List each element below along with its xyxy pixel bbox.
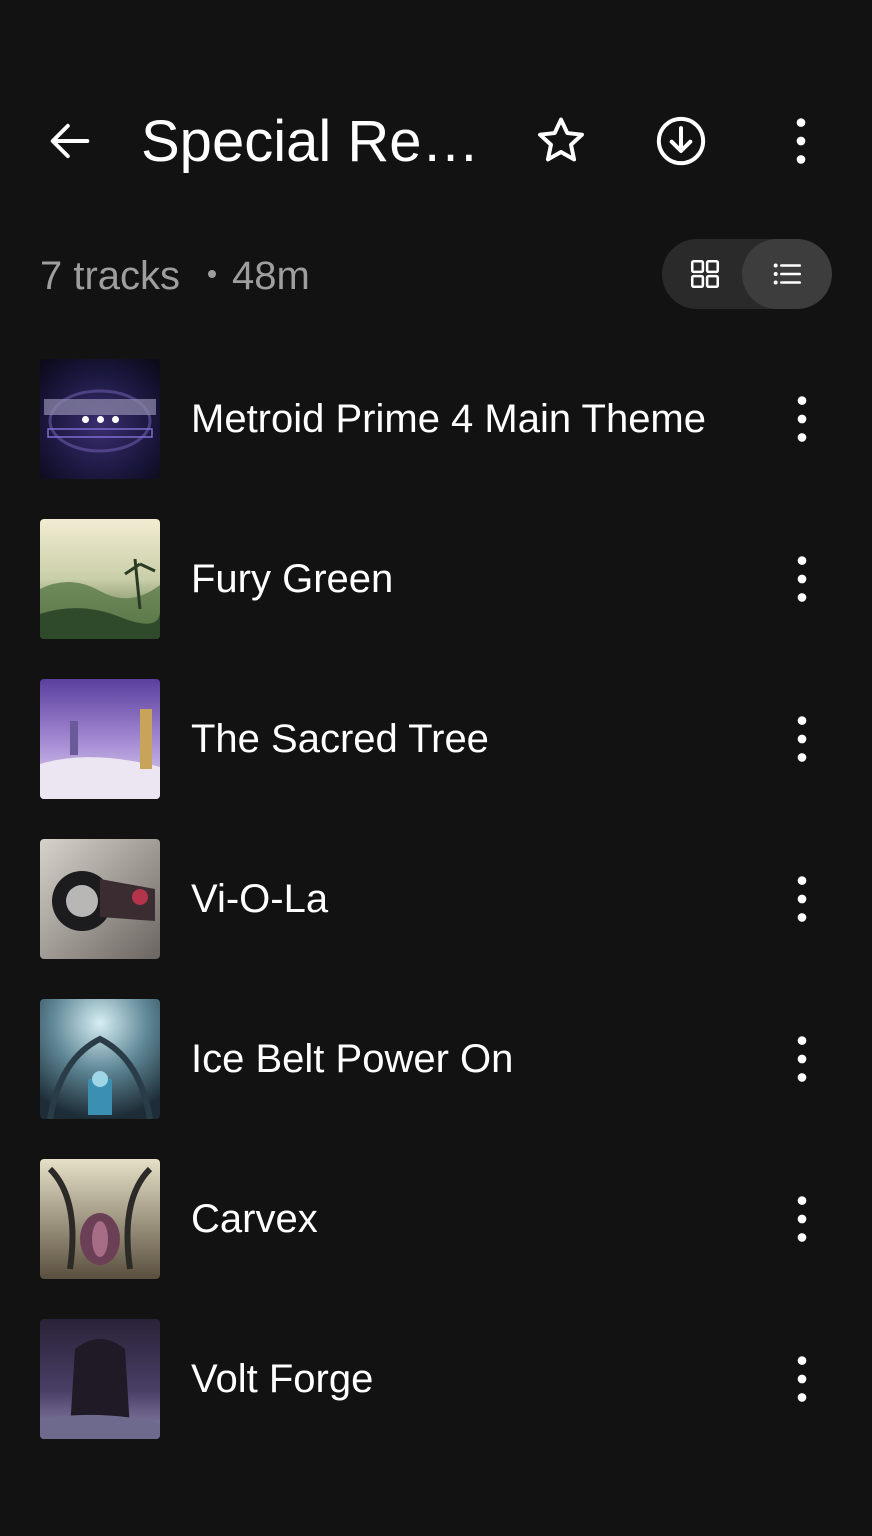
track-title: Metroid Prime 4 Main Theme xyxy=(191,397,706,441)
more-vertical-icon xyxy=(797,556,807,602)
track-more-button[interactable] xyxy=(770,543,834,615)
track-title: Fury Green xyxy=(191,557,394,601)
track-more-button[interactable] xyxy=(770,1023,834,1095)
track-more-button[interactable] xyxy=(770,863,834,935)
track-more-button[interactable] xyxy=(770,1183,834,1255)
download-circle-icon xyxy=(656,116,706,166)
total-duration: 48m xyxy=(232,254,310,298)
view-mode-toggle xyxy=(662,239,832,309)
track-title: Carvex xyxy=(191,1197,318,1241)
list-icon xyxy=(773,263,802,285)
list-item[interactable]: Metroid Prime 4 Main Theme xyxy=(0,339,872,499)
list-item[interactable]: Carvex xyxy=(0,1139,872,1299)
now-playing-indicator xyxy=(40,359,160,479)
track-more-button[interactable] xyxy=(770,703,834,775)
playlist-summary: 7 tracks 48m xyxy=(40,250,310,302)
back-button[interactable] xyxy=(34,105,106,177)
track-title: Ice Belt Power On xyxy=(191,1037,514,1081)
track-more-button[interactable] xyxy=(770,383,834,455)
track-title: The Sacred Tree xyxy=(191,717,489,761)
album-art-thumbnail xyxy=(40,679,160,799)
more-vertical-icon xyxy=(797,1356,807,1402)
track-title: Volt Forge xyxy=(191,1357,374,1401)
download-button[interactable] xyxy=(645,105,717,177)
list-item[interactable]: Fury Green xyxy=(0,499,872,659)
top-app-bar: Special Rel... xyxy=(0,88,872,198)
list-view-button[interactable] xyxy=(742,239,832,309)
separator-dot xyxy=(208,270,217,279)
list-item[interactable]: Volt Forge xyxy=(0,1299,872,1459)
track-title: Vi-O-La xyxy=(191,877,329,921)
more-vertical-icon xyxy=(797,1036,807,1082)
album-art-thumbnail xyxy=(40,999,160,1119)
list-item[interactable]: Ice Belt Power On xyxy=(0,979,872,1139)
favorite-button[interactable] xyxy=(525,105,597,177)
album-art-thumbnail xyxy=(40,359,160,479)
more-vertical-icon xyxy=(797,396,807,442)
more-vertical-icon xyxy=(796,118,806,164)
album-art-thumbnail xyxy=(40,1159,160,1279)
album-art-thumbnail xyxy=(40,1319,160,1439)
more-vertical-icon xyxy=(797,716,807,762)
more-vertical-icon xyxy=(797,1196,807,1242)
list-item[interactable]: Vi-O-La xyxy=(0,819,872,979)
track-list: Metroid Prime 4 Main Theme Fury Green Th… xyxy=(0,339,872,1459)
track-more-button[interactable] xyxy=(770,1343,834,1415)
more-vertical-icon xyxy=(797,876,807,922)
star-outline-icon xyxy=(538,117,584,162)
track-count: 7 tracks xyxy=(40,254,181,298)
album-art-thumbnail xyxy=(40,839,160,959)
page-title: Special Rel... xyxy=(141,109,481,174)
grid-view-button[interactable] xyxy=(662,239,748,309)
album-art-thumbnail xyxy=(40,519,160,639)
list-item[interactable]: The Sacred Tree xyxy=(0,659,872,819)
grid-icon xyxy=(690,259,720,289)
arrow-left-icon xyxy=(50,123,90,159)
more-options-button[interactable] xyxy=(765,105,837,177)
